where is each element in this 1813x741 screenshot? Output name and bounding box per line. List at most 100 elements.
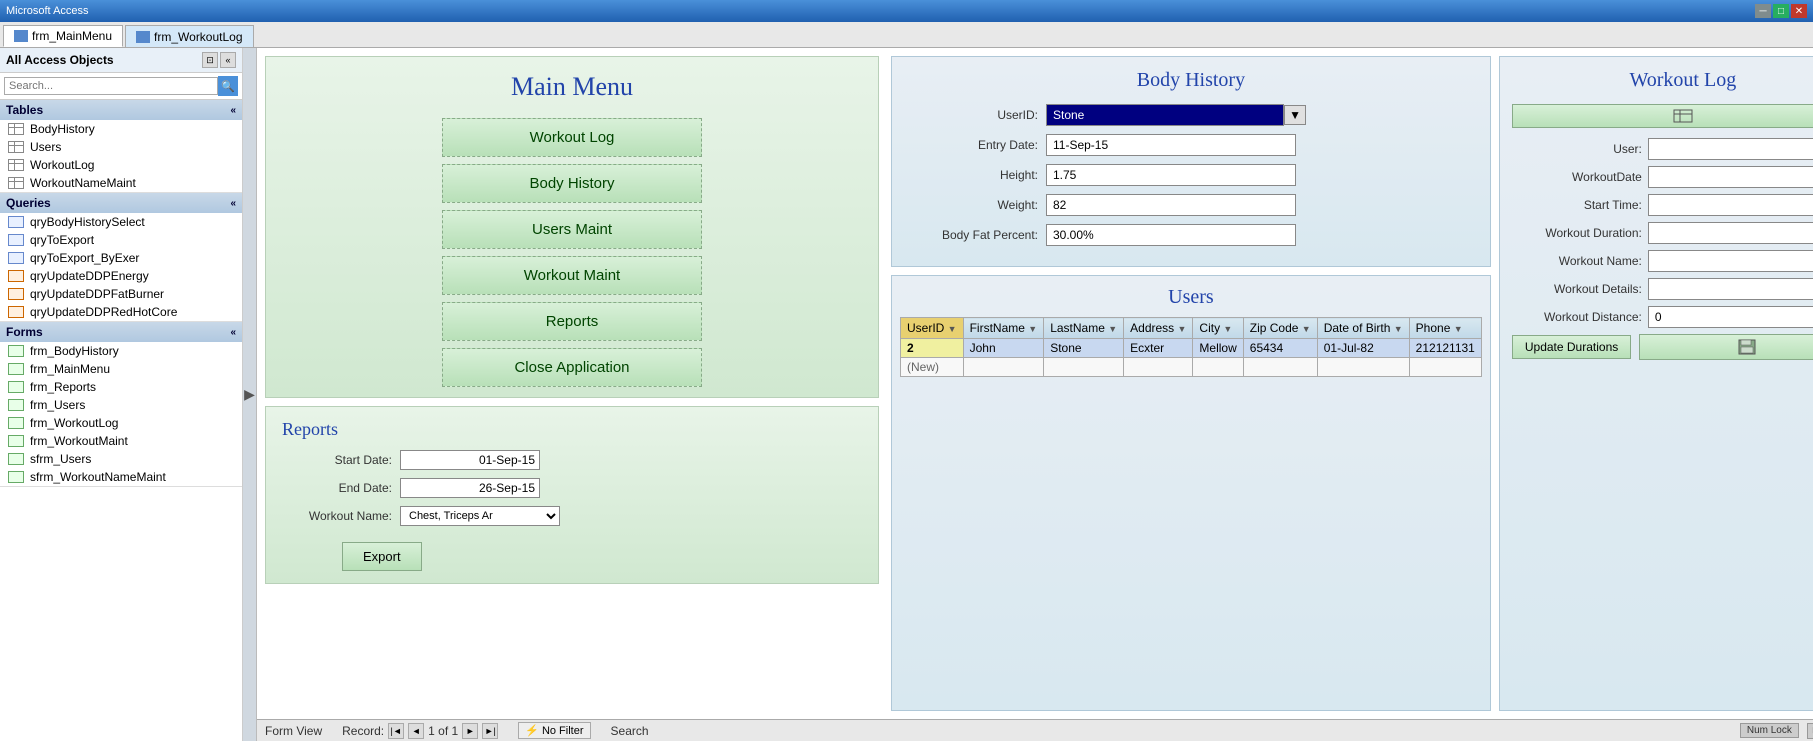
- table-new-row[interactable]: (New): [901, 358, 1482, 377]
- sidebar-scroll[interactable]: Tables « BodyHistory Users WorkoutLog: [0, 100, 242, 741]
- start-date-input[interactable]: [400, 450, 540, 470]
- wl-workoutdate-input[interactable]: [1648, 166, 1813, 188]
- table-row[interactable]: 2 John Stone Ecxter Mellow 65434 01-Jul-…: [901, 339, 1482, 358]
- nav-prev-button[interactable]: ◄: [408, 723, 424, 739]
- sidebar-item-qryupdateddpfatburner[interactable]: qryUpdateDDPFatBurner: [0, 285, 242, 303]
- userid-input[interactable]: [1046, 104, 1284, 126]
- maximize-button[interactable]: □: [1773, 4, 1789, 18]
- body-history-button[interactable]: Body History: [442, 164, 702, 203]
- search-input[interactable]: [4, 77, 218, 95]
- mid-column: Body History UserID: ▼ Entry Date: Heigh…: [887, 48, 1495, 719]
- form-icon-8: [8, 471, 24, 483]
- new-record-button[interactable]: [1512, 104, 1813, 128]
- sidebar-item-sfrm-users[interactable]: sfrm_Users: [0, 450, 242, 468]
- wl-user-select[interactable]: [1648, 138, 1813, 160]
- sidebar-icon-btn-1[interactable]: ⊡: [202, 52, 218, 68]
- cell-new: (New): [901, 358, 964, 377]
- collapse-handle[interactable]: ▶: [243, 48, 257, 741]
- nav-first-button[interactable]: |◄: [388, 723, 404, 739]
- sidebar-item-users[interactable]: Users: [0, 138, 242, 156]
- sidebar-item-frm-workoutlog[interactable]: frm_WorkoutLog: [0, 414, 242, 432]
- wl-details-input[interactable]: [1648, 278, 1813, 300]
- sidebar-item-workoutnamemaint[interactable]: WorkoutNameMaint: [0, 174, 242, 192]
- workout-maint-button[interactable]: Workout Maint: [442, 256, 702, 295]
- reports-workout-name-row: Workout Name: Chest, Triceps Ar: [282, 506, 862, 526]
- sidebar-item-frm-bodyhistory[interactable]: frm_BodyHistory: [0, 342, 242, 360]
- wl-user-row: User:: [1512, 138, 1813, 160]
- sidebar-item-qrybodyhistoryselect[interactable]: qryBodyHistorySelect: [0, 213, 242, 231]
- sidebar-section-header-tables[interactable]: Tables «: [0, 100, 242, 120]
- end-date-input[interactable]: [400, 478, 540, 498]
- update-durations-button[interactable]: Update Durations: [1512, 335, 1631, 359]
- wl-distance-input[interactable]: [1648, 306, 1813, 328]
- sidebar-item-bodyhistory[interactable]: BodyHistory: [0, 120, 242, 138]
- sidebar-item-frm-reports[interactable]: frm_Reports: [0, 378, 242, 396]
- userid-dropdown-button[interactable]: ▼: [1284, 105, 1306, 125]
- sort-arrow-city: ▼: [1223, 324, 1232, 334]
- sort-arrow-lastname: ▼: [1108, 324, 1117, 334]
- sidebar-item-label: sfrm_WorkoutNameMaint: [30, 470, 166, 484]
- sidebar-item-sfrm-workoutnamemaint[interactable]: sfrm_WorkoutNameMaint: [0, 468, 242, 486]
- export-button[interactable]: Export: [342, 542, 422, 571]
- tab-frm-mainmenu[interactable]: frm_MainMenu: [3, 25, 123, 47]
- wl-actions: Update Durations: [1512, 334, 1813, 360]
- search-button[interactable]: 🔍: [218, 76, 238, 96]
- sidebar-section-header-queries[interactable]: Queries «: [0, 193, 242, 213]
- workout-name-label: Workout Name:: [282, 509, 392, 523]
- body-fat-input[interactable]: [1046, 224, 1296, 246]
- close-application-button[interactable]: Close Application: [442, 348, 702, 387]
- tables-label: Tables: [6, 103, 43, 117]
- tab-frm-workoutlog[interactable]: frm_WorkoutLog: [125, 25, 253, 47]
- workout-log-button[interactable]: Workout Log: [442, 118, 702, 157]
- users-table: UserID ▼ FirstName ▼ LastName ▼ Address …: [900, 317, 1482, 377]
- title-bar-controls: ─ □ ✕: [1755, 4, 1807, 18]
- sidebar-item-frm-users[interactable]: frm_Users: [0, 396, 242, 414]
- new-record-btn-wrapper: [1512, 104, 1813, 128]
- sidebar-section-header-forms[interactable]: Forms «: [0, 322, 242, 342]
- status-icon-1[interactable]: ⊞: [1807, 723, 1813, 739]
- sidebar-item-qryupdateddpredhotcore[interactable]: qryUpdateDDPRedHotCore: [0, 303, 242, 321]
- sidebar-item-qryupdateddpenergy[interactable]: qryUpdateDDPEnergy: [0, 267, 242, 285]
- query-icon-5: [8, 288, 24, 300]
- wl-workoutname-select[interactable]: [1648, 250, 1813, 272]
- cell-address: Ecxter: [1124, 339, 1193, 358]
- no-filter-button[interactable]: ⚡ No Filter: [518, 722, 590, 739]
- cell-zipcode: 65434: [1243, 339, 1317, 358]
- reports-button[interactable]: Reports: [442, 302, 702, 341]
- sidebar-item-qrytoexport[interactable]: qryToExport: [0, 231, 242, 249]
- entry-date-input[interactable]: [1046, 134, 1296, 156]
- weight-input[interactable]: [1046, 194, 1296, 216]
- close-button[interactable]: ✕: [1791, 4, 1807, 18]
- nav-last-button[interactable]: ►|: [482, 723, 498, 739]
- menu-buttons-container: Workout Log Body History Users Maint Wor…: [442, 118, 702, 387]
- sidebar-header: All Access Objects ⊡ «: [0, 48, 242, 73]
- save-icon: [1738, 339, 1756, 355]
- col-header-address: Address ▼: [1124, 318, 1193, 339]
- content-wrapper: Main Menu Workout Log Body History Users…: [257, 48, 1813, 741]
- wl-duration-input[interactable]: [1648, 222, 1813, 244]
- wl-details-row: Workout Details:: [1512, 278, 1813, 300]
- nav-next-button[interactable]: ►: [462, 723, 478, 739]
- height-input[interactable]: [1046, 164, 1296, 186]
- workout-name-select[interactable]: Chest, Triceps Ar: [400, 506, 560, 526]
- wl-starttime-input[interactable]: [1648, 194, 1813, 216]
- sidebar-item-workoutlog[interactable]: WorkoutLog: [0, 156, 242, 174]
- tables-collapse-icon: «: [230, 105, 236, 116]
- reports-end-date-row: End Date:: [282, 478, 862, 498]
- save-button[interactable]: [1639, 334, 1813, 360]
- query-icon-2: [8, 234, 24, 246]
- sidebar-item-frm-workoutmaint[interactable]: frm_WorkoutMaint: [0, 432, 242, 450]
- users-maint-button[interactable]: Users Maint: [442, 210, 702, 249]
- users-title: Users: [900, 286, 1482, 309]
- sidebar-item-label: qryUpdateDDPEnergy: [30, 269, 149, 283]
- sidebar-item-label: qryUpdateDDPRedHotCore: [30, 305, 177, 319]
- sidebar-icon-btn-2[interactable]: «: [220, 52, 236, 68]
- status-right: Num Lock ⊞ ⊟ ⊞: [1740, 723, 1813, 739]
- height-row: Height:: [908, 164, 1474, 186]
- sidebar-item-qrytoexport-byexer[interactable]: qryToExport_ByExer: [0, 249, 242, 267]
- wl-workoutname-row: Workout Name:: [1512, 250, 1813, 272]
- minimize-button[interactable]: ─: [1755, 4, 1771, 18]
- sidebar-item-frm-mainmenu[interactable]: frm_MainMenu: [0, 360, 242, 378]
- query-icon-6: [8, 306, 24, 318]
- userid-row: UserID: ▼: [908, 104, 1474, 126]
